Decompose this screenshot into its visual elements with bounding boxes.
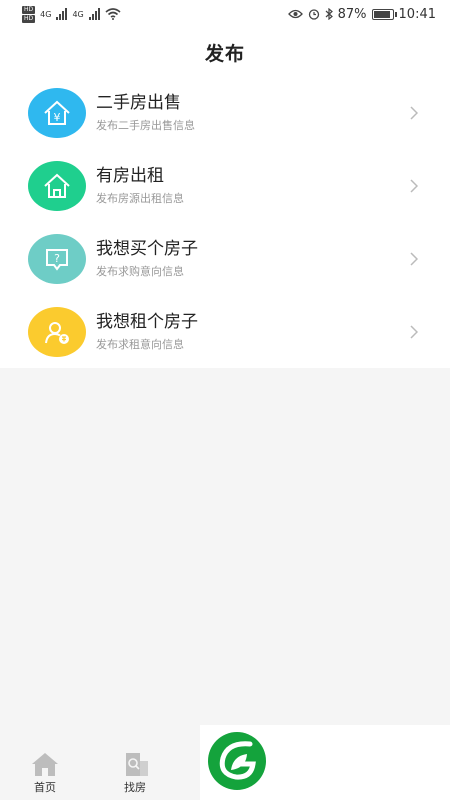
chevron-right-icon bbox=[410, 105, 418, 120]
tab-label: 首页 bbox=[34, 781, 56, 794]
list-item-subtitle: 发布二手房出售信息 bbox=[96, 119, 195, 132]
publish-options-list: ¥ 二手房出售 发布二手房出售信息 有房出租 发布房源出租信息 ? 我想买个房子… bbox=[0, 76, 450, 368]
svg-text:?: ? bbox=[54, 252, 60, 265]
clock: 10:41 bbox=[398, 6, 436, 22]
alarm-icon bbox=[308, 9, 319, 20]
house-icon bbox=[44, 173, 70, 198]
list-item-want-rent[interactable]: 我想租个房子 发布求租意向信息 bbox=[0, 295, 450, 368]
chevron-right-icon bbox=[410, 178, 418, 193]
page-title: 发布 bbox=[204, 42, 245, 65]
svg-text:¥: ¥ bbox=[54, 111, 61, 124]
signal-icon bbox=[56, 8, 68, 20]
list-item-icon-bg: ? bbox=[28, 233, 86, 284]
chevron-right-icon bbox=[410, 251, 418, 266]
hd-badge: HD bbox=[22, 5, 36, 14]
bluetooth-icon bbox=[325, 8, 333, 20]
list-item-subtitle: 发布求租意向信息 bbox=[96, 338, 184, 351]
battery-icon bbox=[371, 8, 397, 20]
eye-icon bbox=[287, 9, 303, 19]
list-item-want-buy[interactable]: ? 我想买个房子 发布求购意向信息 bbox=[0, 222, 450, 295]
list-item-title: 我想买个房子 bbox=[96, 239, 198, 259]
list-item-title: 二手房出售 bbox=[96, 93, 181, 113]
person-rent-icon bbox=[45, 321, 69, 344]
header: 发布 bbox=[0, 28, 450, 76]
tab-home[interactable]: 首页 bbox=[20, 751, 70, 795]
wifi-icon bbox=[105, 8, 121, 20]
list-item-icon-bg: ¥ bbox=[28, 87, 86, 138]
tab-label: 找房 bbox=[124, 781, 146, 794]
network-type: 4G bbox=[72, 9, 84, 19]
list-item-subtitle: 发布求购意向信息 bbox=[96, 265, 184, 278]
list-item-sell-house[interactable]: ¥ 二手房出售 发布二手房出售信息 bbox=[0, 76, 450, 149]
house-yen-icon: ¥ bbox=[44, 100, 70, 125]
network-type: 4G bbox=[40, 9, 52, 19]
hd-badge: HD bbox=[22, 14, 36, 23]
chevron-right-icon bbox=[410, 324, 418, 339]
list-item-title: 有房出租 bbox=[96, 166, 164, 186]
status-bar: HD HD 4G 4G 87% 10:41 bbox=[0, 0, 450, 28]
status-right: 87% 10:41 bbox=[287, 6, 436, 22]
building-search-icon bbox=[126, 753, 148, 776]
leaf-logo-icon[interactable] bbox=[206, 730, 268, 792]
list-item-icon-bg bbox=[28, 306, 86, 357]
battery-percent: 87% bbox=[337, 6, 367, 22]
signal-icon bbox=[88, 8, 100, 20]
list-item-subtitle: 发布房源出租信息 bbox=[96, 192, 184, 205]
status-left: HD HD 4G 4G bbox=[22, 5, 121, 23]
list-item-icon-bg bbox=[28, 160, 86, 211]
list-item-title: 我想租个房子 bbox=[96, 312, 198, 332]
tab-find-house[interactable]: 找房 bbox=[110, 751, 160, 795]
home-icon bbox=[32, 753, 58, 776]
list-item-rent-out[interactable]: 有房出租 发布房源出租信息 bbox=[0, 149, 450, 222]
question-bubble-icon: ? bbox=[46, 248, 68, 271]
